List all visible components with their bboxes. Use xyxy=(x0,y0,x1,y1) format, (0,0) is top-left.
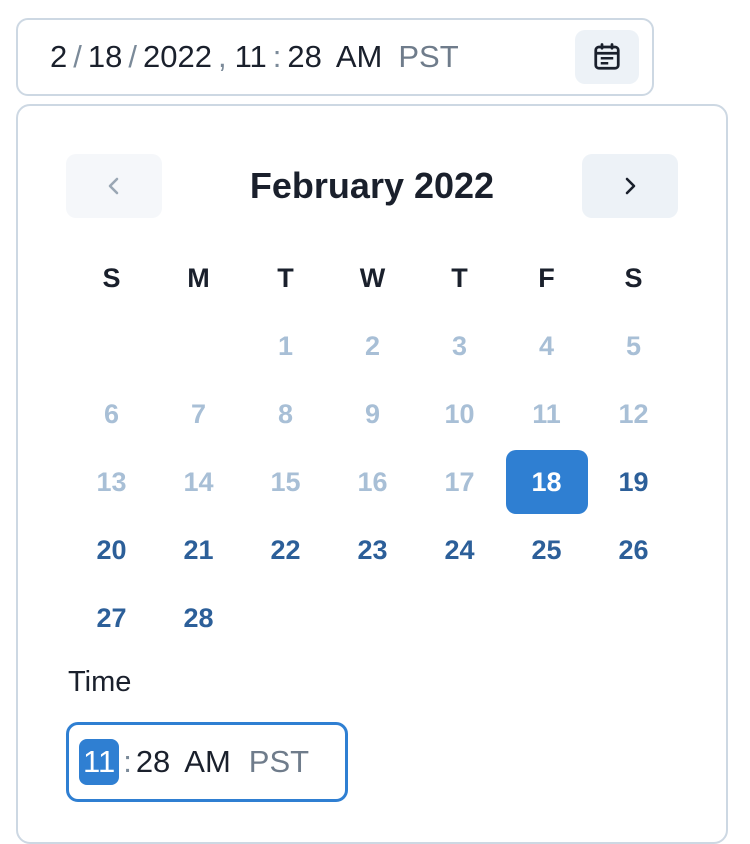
day-label: 24 xyxy=(444,534,475,565)
previous-month-button[interactable] xyxy=(66,154,162,218)
time-label: Time xyxy=(68,666,132,698)
calendar-day: 12 xyxy=(590,380,677,448)
calendar-day: 17 xyxy=(416,448,503,516)
day-label: 21 xyxy=(183,534,214,565)
calendar-day[interactable]: 23 xyxy=(329,516,416,584)
day-label: 7 xyxy=(190,398,207,429)
calendar-day: 16 xyxy=(329,448,416,516)
day-label: 17 xyxy=(444,466,475,497)
weekday-header: F xyxy=(538,262,555,293)
selected-day[interactable]: 18 xyxy=(503,448,590,516)
day-label: 12 xyxy=(618,398,649,429)
calendar-day[interactable]: 28 xyxy=(155,584,242,652)
day-label: 28 xyxy=(183,602,214,633)
day-label: 13 xyxy=(96,466,127,497)
time-separator: : xyxy=(123,744,132,779)
calendar-day: 10 xyxy=(416,380,503,448)
next-month-button[interactable] xyxy=(582,154,678,218)
calendar-day: 6 xyxy=(68,380,155,448)
calendar-day: 13 xyxy=(68,448,155,516)
calendar-icon xyxy=(594,43,620,70)
date-time-field[interactable]: 2 / 18 / 2022 , 11 : 28 AM PST xyxy=(16,18,654,96)
calendar-day[interactable]: 20 xyxy=(68,516,155,584)
weekday-header: W xyxy=(359,262,386,293)
day-label: 25 xyxy=(531,534,562,565)
chevron-left-icon xyxy=(108,177,119,195)
day-label: 14 xyxy=(183,466,214,497)
month-title: February 2022 xyxy=(249,165,495,206)
day-label: 10 xyxy=(444,398,475,429)
day-label: 6 xyxy=(103,398,120,429)
day-label: 26 xyxy=(618,534,649,565)
calendar-day: 15 xyxy=(242,448,329,516)
calendar-day: 4 xyxy=(503,312,590,380)
ampm-segment[interactable]: AM xyxy=(336,39,383,75)
timezone-label: PST xyxy=(398,39,459,74)
calendar-day[interactable]: 24 xyxy=(416,516,503,584)
year-segment[interactable]: 2022 xyxy=(143,39,212,75)
time-ampm-segment[interactable]: AM xyxy=(184,744,231,780)
calendar-day: 5 xyxy=(590,312,677,380)
calendar-day[interactable]: 22 xyxy=(242,516,329,584)
day-label: 22 xyxy=(270,534,301,565)
calendar-day: 2 xyxy=(329,312,416,380)
calendar-day: 7 xyxy=(155,380,242,448)
day-label: 23 xyxy=(357,534,388,565)
calendar-day[interactable]: 19 xyxy=(590,448,677,516)
day-label: 4 xyxy=(538,330,555,361)
comma-separator: , xyxy=(217,39,227,74)
calendar-day[interactable]: 26 xyxy=(590,516,677,584)
time-field[interactable]: 11 : 28 AM PST xyxy=(66,722,348,802)
time-separator: : xyxy=(272,39,282,74)
open-calendar-button[interactable] xyxy=(575,30,639,84)
weekday-header: T xyxy=(277,262,294,293)
calendar-popover: February 2022 S M T W T F S 1 2 3 4 5 6 7 8 9 10 11 12 13 14… xyxy=(16,104,728,844)
empty-day-cell xyxy=(68,312,155,380)
chevron-right-icon xyxy=(625,177,636,195)
calendar-day[interactable]: 27 xyxy=(68,584,155,652)
day-label: 15 xyxy=(270,466,301,497)
month-segment[interactable]: 2 xyxy=(50,39,67,75)
day-label: 2 xyxy=(364,330,381,361)
calendar-day: 3 xyxy=(416,312,503,380)
time-minute-segment[interactable]: 28 xyxy=(136,744,170,780)
hour-segment[interactable]: 11 xyxy=(235,39,267,75)
calendar-day: 11 xyxy=(503,380,590,448)
weekday-header: S xyxy=(102,262,121,293)
calendar-day[interactable]: 25 xyxy=(503,516,590,584)
calendar-day: 8 xyxy=(242,380,329,448)
empty-day-cell xyxy=(155,312,242,380)
day-label: 19 xyxy=(618,466,649,497)
day-label: 8 xyxy=(277,398,294,429)
day-label: 18 xyxy=(505,450,588,514)
day-label: 3 xyxy=(451,330,468,361)
weekday-header: M xyxy=(187,262,210,293)
day-label: 11 xyxy=(532,398,561,429)
day-label: 27 xyxy=(96,602,127,633)
time-timezone-label: PST xyxy=(248,744,310,779)
day-label: 20 xyxy=(96,534,127,565)
day-label: 9 xyxy=(364,398,381,429)
calendar-day: 14 xyxy=(155,448,242,516)
calendar-day: 1 xyxy=(242,312,329,380)
date-separator: / xyxy=(128,39,137,74)
day-segment[interactable]: 18 xyxy=(88,39,122,75)
weekday-header: S xyxy=(624,262,643,293)
calendar-day: 9 xyxy=(329,380,416,448)
weekday-header: T xyxy=(451,262,468,293)
date-time-segments: 2 / 18 / 2022 , 11 : 28 AM PST xyxy=(50,20,459,94)
minute-segment[interactable]: 28 xyxy=(287,39,321,75)
date-separator: / xyxy=(73,39,82,74)
time-hour-segment[interactable]: 11 xyxy=(79,739,120,785)
calendar-day[interactable]: 21 xyxy=(155,516,242,584)
calendar-grid: S M T W T F S 1 2 3 4 5 6 7 8 9 10 11 12 13 14 15 16 17 18 19 20 21… xyxy=(68,244,677,652)
day-label: 16 xyxy=(357,466,388,497)
day-label: 5 xyxy=(625,330,642,361)
day-label: 1 xyxy=(277,330,294,361)
